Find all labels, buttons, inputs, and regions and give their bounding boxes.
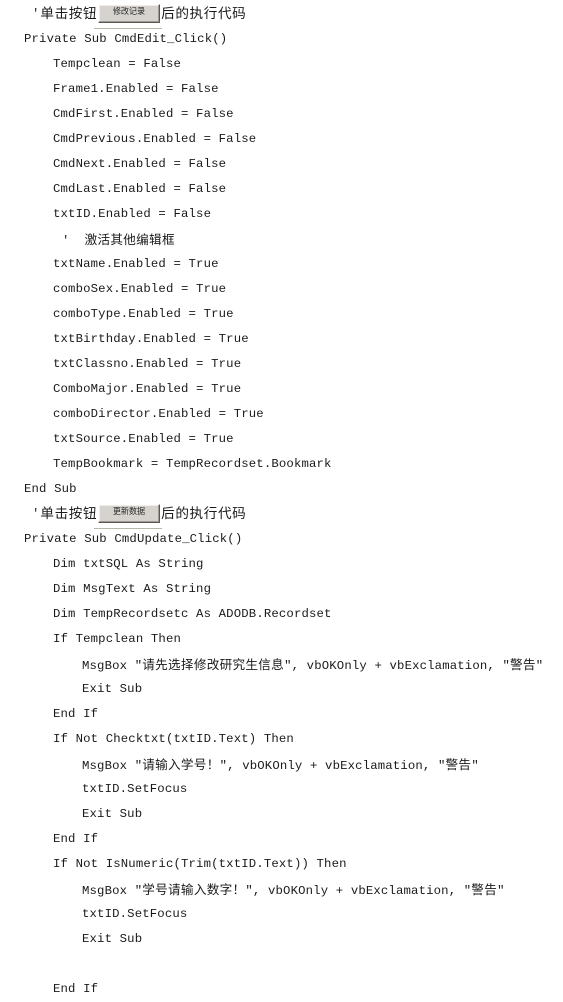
msgbox-quote: " (471, 759, 479, 773)
comment-tick: ' (62, 234, 85, 248)
document-page: ' 单击按钮 修改记录 后的执行代码 Private Sub CmdEdit_C… (0, 0, 563, 996)
msgbox-title: 警告 (471, 882, 498, 897)
msgbox-flags: ", vbOKOnly + vbExclamation, " (219, 759, 446, 773)
msgbox-call: MsgBox " (82, 759, 143, 773)
update-data-button-label: 更新数据 (113, 507, 146, 518)
msgbox-quote: " (497, 884, 505, 898)
code-line: Dim TempRecordsetc As ADODB.Recordset (53, 607, 332, 621)
msgbox-message: 学号请输入数字！ (142, 882, 246, 897)
code-line: txtID.Enabled = False (53, 207, 212, 221)
edit-record-button-image: 修改记录 (94, 2, 163, 29)
msgbox-flags: ", vbOKOnly + vbExclamation, " (245, 884, 472, 898)
code-line: Exit Sub (82, 932, 143, 946)
code-line: comboDirector.Enabled = True (53, 407, 264, 421)
msgbox-message: 请先选择修改研究生信息 (142, 657, 285, 672)
code-line: Exit Sub (82, 682, 143, 696)
section-header-suffix: 后的执行代码 (161, 6, 247, 22)
code-line: Tempclean = False (53, 57, 181, 71)
section-header-prefix: 单击按钮 (40, 6, 98, 22)
code-line: ComboMajor.Enabled = True (53, 382, 242, 396)
code-line: If Not IsNumeric(Trim(txtID.Text)) Then (53, 857, 347, 871)
code-line: End If (53, 982, 99, 996)
edit-record-button[interactable]: 修改记录 (98, 4, 161, 24)
msgbox-call: MsgBox " (82, 659, 143, 673)
code-line: comboSex.Enabled = True (53, 282, 227, 296)
msgbox-message: 请输入学号！ (142, 757, 220, 772)
code-line: txtID.SetFocus (82, 782, 188, 796)
update-data-button-image: 更新数据 (94, 502, 163, 529)
section-header-update: ' 单击按钮 更新数据 后的执行代码 (0, 502, 563, 529)
code-line: txtClassno.Enabled = True (53, 357, 242, 371)
code-line: txtName.Enabled = True (53, 257, 219, 271)
code-line: Private Sub CmdUpdate_Click() (24, 532, 243, 546)
code-line: Exit Sub (82, 807, 143, 821)
msgbox-title: 警告 (509, 657, 536, 672)
msgbox-title: 警告 (445, 757, 472, 772)
msgbox-quote: " (535, 659, 544, 673)
section-header-suffix: 后的执行代码 (161, 506, 247, 522)
code-line: Dim txtSQL As String (53, 557, 204, 571)
code-line: TempBookmark = TempRecordset.Bookmark (53, 457, 332, 471)
comment-tick: ' (32, 7, 40, 21)
code-line: CmdNext.Enabled = False (53, 157, 227, 171)
code-line: Frame1.Enabled = False (53, 82, 219, 96)
code-line-msgbox: MsgBox "学号请输入数字！", vbOKOnly + vbExclamat… (0, 877, 563, 902)
msgbox-flags: ", vbOKOnly + vbExclamation, " (284, 659, 510, 673)
edit-record-button-label: 修改记录 (113, 7, 146, 18)
code-line: If Not Checktxt(txtID.Text) Then (53, 732, 294, 746)
code-line: End If (53, 707, 99, 721)
section-header-prefix: 单击按钮 (40, 506, 98, 522)
code-line: Dim MsgText As String (53, 582, 212, 596)
section-header-edit: ' 单击按钮 修改记录 后的执行代码 (0, 2, 563, 29)
code-line: CmdFirst.Enabled = False (53, 107, 234, 121)
code-line-msgbox: MsgBox "请先选择修改研究生信息", vbOKOnly + vbExcla… (0, 652, 563, 677)
code-comment-line: ' 激活其他编辑框 (0, 227, 563, 252)
comment-tick: ' (32, 507, 40, 521)
msgbox-call: MsgBox " (82, 884, 143, 898)
code-line: txtBirthday.Enabled = True (53, 332, 249, 346)
code-line: txtID.SetFocus (82, 907, 188, 921)
code-line: End If (53, 832, 99, 846)
update-data-button[interactable]: 更新数据 (98, 504, 161, 524)
code-line: comboType.Enabled = True (53, 307, 234, 321)
code-line-msgbox: MsgBox "请输入学号！", vbOKOnly + vbExclamatio… (0, 752, 563, 777)
code-line: End Sub (24, 482, 77, 496)
code-line: txtSource.Enabled = True (53, 432, 234, 446)
code-line: CmdLast.Enabled = False (53, 182, 227, 196)
code-line: CmdPrevious.Enabled = False (53, 132, 257, 146)
comment-text: 激活其他编辑框 (84, 232, 175, 247)
code-line: Private Sub CmdEdit_Click() (24, 32, 228, 46)
code-line: If Tempclean Then (53, 632, 181, 646)
